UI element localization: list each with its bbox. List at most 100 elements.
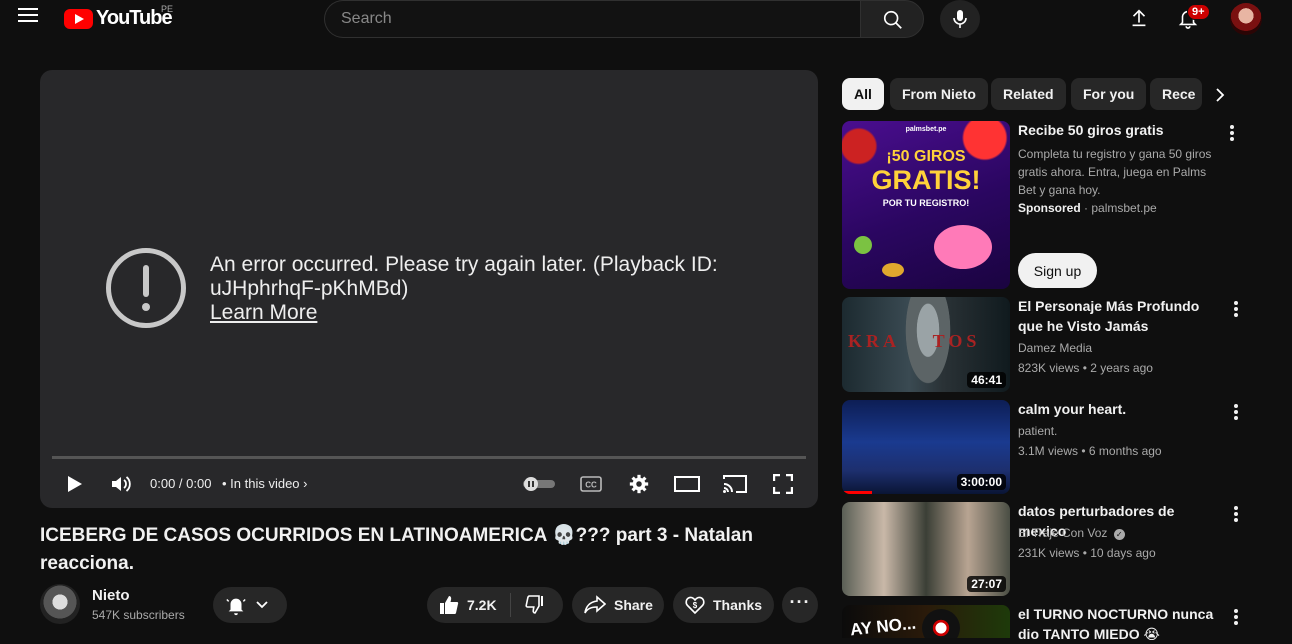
chip-recent[interactable]: Rece [1150,78,1202,110]
error-message: An error occurred. Please try again late… [210,253,718,300]
autoplay-icon [523,477,555,491]
search-icon [883,10,902,29]
ad-headline-2: GRATIS! [871,165,981,195]
time-display: 0:00 / 0:00 [150,476,212,491]
menu-icon[interactable] [18,8,38,26]
video-duration: 46:41 [967,372,1006,388]
ad-thumbnail[interactable]: palmsbet.pe ¡50 GIROS GRATIS! POR TU REG… [842,121,1010,289]
chip-related[interactable]: Related [991,78,1066,110]
gear-icon [629,474,649,494]
video-duration: 3:00:00 [956,474,1006,490]
upload-icon [1132,9,1146,27]
share-button[interactable]: Share [572,587,664,623]
svg-text:$: $ [693,601,698,610]
top-bar: YouTube PE 9+ [0,0,1292,38]
more-vert-icon[interactable] [1230,402,1242,422]
ad-title[interactable]: Recibe 50 giros gratis [1018,120,1218,140]
mute-button[interactable] [110,474,132,499]
video-thumbnail[interactable]: 3:00:00 [842,400,1010,494]
play-button[interactable] [64,474,84,499]
video-meta: 3.1M views • 6 months ago [1018,444,1162,458]
error-icon [106,248,186,328]
settings-button[interactable] [628,473,650,500]
chevron-down-icon [256,601,268,609]
cast-button[interactable] [722,474,748,499]
video-title-link[interactable]: el TURNO NOCTURNO nunca dio TANTO MIEDO … [1018,604,1218,644]
thanks-label: Thanks [713,597,763,613]
captions-icon: CC [580,476,602,492]
account-avatar[interactable] [1230,3,1262,35]
thumbs-up-icon [440,596,459,614]
video-meta: 231K views • 10 days ago [1018,546,1156,560]
chips-next-button[interactable] [1204,78,1244,110]
more-vert-icon[interactable] [1230,607,1242,627]
dislike-button[interactable] [511,594,545,617]
more-vert-icon[interactable] [1230,504,1242,524]
chapter-button[interactable]: • In this video › [222,476,308,491]
ad-description: Completa tu registro y gana 50 giros gra… [1018,147,1212,197]
eye-graphic [922,609,960,638]
ad-signup-button[interactable]: Sign up [1018,253,1097,288]
fullscreen-button[interactable] [772,473,794,499]
video-channel[interactable]: El Traje Con Voz [1018,526,1107,540]
video-thumbnail[interactable]: 27:07 [842,502,1010,596]
cast-icon [723,475,747,493]
channel-name[interactable]: Nieto [92,587,130,604]
clover-graphic [854,236,872,254]
video-thumbnail[interactable]: AY NO... [842,605,1010,638]
chevron-right-icon [1216,88,1225,102]
video-meta: 823K views • 2 years ago [1018,361,1153,375]
ad-brand: palmsbet.pe [905,126,947,133]
channel-avatar[interactable] [40,584,80,624]
captions-button[interactable]: CC [580,476,602,497]
video-duration: 27:07 [967,576,1006,592]
youtube-logo[interactable]: YouTube PE [64,4,174,30]
ad-headline-3: POR TU REGISTRO! [882,198,970,208]
more-vert-icon[interactable] [1230,299,1242,319]
coin-graphic [882,263,904,277]
video-channel[interactable]: Damez Media [1018,339,1092,357]
region-code: PE [161,4,174,14]
video-channel[interactable]: patient. [1018,422,1057,440]
voice-search-button[interactable] [940,0,980,38]
chip-from-nieto[interactable]: From Nieto [890,78,988,110]
more-actions-button[interactable]: ··· [782,587,818,623]
ad-headline-1: ¡50 GIROS [886,148,966,165]
heart-dollar-icon: $ [685,596,705,615]
sponsored-label: Sponsored [1018,201,1081,215]
thumbs-down-icon [525,594,543,614]
chip-all[interactable]: All [842,78,884,110]
like-dislike-group: 7.2K [427,587,563,623]
more-vert-icon[interactable] [1226,123,1238,143]
theater-mode-button[interactable] [674,476,700,497]
like-count: 7.2K [467,597,497,613]
ad-domain: · palmsbet.pe [1084,201,1157,215]
video-thumbnail[interactable]: KRA TOS 46:41 [842,297,1010,392]
video-channel-row: El Traje Con Voz ✓ [1018,524,1125,542]
progress-bar[interactable] [52,456,806,459]
play-icon [68,476,82,492]
share-icon [584,595,606,614]
video-title: ICEBERG DE CASOS OCURRIDOS EN LATINOAMER… [40,525,753,574]
thumbnail-text: KRA TOS [848,331,981,351]
learn-more-link[interactable]: Learn More [210,301,317,325]
pig-graphic [934,225,992,269]
like-button[interactable]: 7.2K [427,593,511,617]
theater-icon [674,476,700,492]
search-input[interactable] [325,1,861,37]
search-button[interactable] [860,0,924,38]
subscription-bell-button[interactable] [213,587,287,623]
chip-for-you[interactable]: For you [1071,78,1147,110]
bell-icon [226,598,246,616]
video-title-link[interactable]: calm your heart. [1018,399,1218,419]
video-title-link[interactable]: El Personaje Más Profundo que he Visto J… [1018,296,1218,336]
video-player[interactable]: An error occurred. Please try again late… [40,70,818,508]
youtube-play-icon [64,8,93,29]
player-controls: 0:00 / 0:00 • In this video › CC [40,466,818,502]
create-button[interactable] [1128,7,1150,34]
fullscreen-icon [772,473,794,495]
autoplay-toggle[interactable] [522,477,556,496]
thanks-button[interactable]: $ Thanks [673,587,774,623]
notifications-badge: 9+ [1187,4,1210,20]
chevron-right-icon: › [303,476,308,491]
